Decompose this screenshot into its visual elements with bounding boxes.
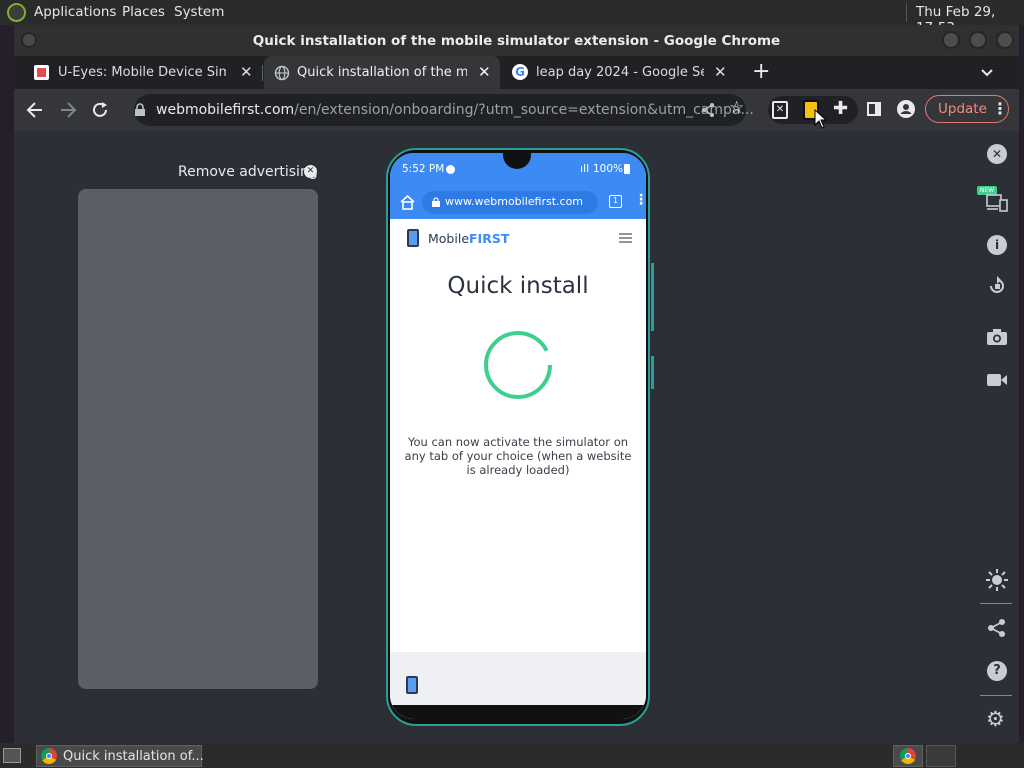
phone-time: 5:52 PM [402, 163, 445, 175]
workspace-switcher[interactable] [893, 745, 923, 767]
advertisement-placeholder [78, 189, 318, 689]
brightness-icon[interactable] [986, 569, 1008, 591]
quick-install-heading: Quick install [447, 273, 589, 299]
phone-tab-count[interactable]: 1 [609, 195, 622, 208]
phone-address-bar[interactable]: www.webmobilefirst.com [422, 191, 598, 214]
battery-text: 100% [593, 163, 624, 175]
install-message: You can now activate the simulator on an… [404, 435, 632, 477]
phone-side-button [651, 356, 654, 389]
url-host: webmobilefirst.com [156, 102, 295, 118]
tab-search-chevron-icon[interactable] [980, 66, 994, 80]
reload-icon[interactable] [91, 101, 109, 119]
battery-icon [624, 164, 630, 174]
mobilefirst-logo-icon[interactable] [407, 229, 419, 247]
lock-icon[interactable] [134, 103, 146, 117]
phone-screen: 5:52 PM ıll 100% www.webmobilefirst.com … [390, 153, 646, 719]
chrome-icon [41, 748, 57, 764]
phone-lock-icon [432, 197, 440, 207]
phone-bottom-bezel [390, 705, 646, 719]
tab-close-icon[interactable]: ✕ [478, 63, 491, 81]
close-simulator-icon[interactable]: ✕ [987, 144, 1007, 164]
update-button[interactable]: Update ⋮ [925, 95, 1009, 123]
menu-applications[interactable]: Applications [34, 4, 116, 20]
tab-u-eyes[interactable]: U-Eyes: Mobile Device Simula ✕ [22, 56, 262, 89]
remove-ad-close-icon[interactable]: ✕ [304, 165, 317, 178]
tab-close-icon[interactable]: ✕ [714, 63, 727, 81]
taskbar-item-label: Quick installation of... [63, 749, 204, 764]
new-tab-icon[interactable]: + [752, 59, 770, 84]
tab-google-search[interactable]: G leap day 2024 - Google Searc ✕ [504, 56, 744, 89]
panel-divider [906, 3, 907, 22]
desktop-background [0, 25, 14, 743]
panel-divider [980, 603, 1012, 604]
camera-icon[interactable] [986, 328, 1008, 346]
window-title: Quick installation of the mobile simulat… [252, 33, 781, 49]
share-simulator-icon[interactable] [987, 618, 1007, 638]
help-icon[interactable]: ? [987, 661, 1007, 681]
remove-advertising-link[interactable]: Remove advertising [178, 164, 318, 180]
phone-home-icon[interactable] [400, 195, 415, 210]
panel-divider [980, 695, 1012, 696]
taskbar: Quick installation of... [0, 743, 1024, 768]
footer-logo-icon[interactable] [406, 676, 418, 694]
tab-quick-install[interactable]: Quick installation of the mobi ✕ [264, 56, 500, 89]
phone-side-button [651, 263, 654, 331]
back-icon[interactable] [26, 101, 44, 119]
brand-first[interactable]: FIRST [469, 231, 509, 246]
loading-spinner-icon [484, 331, 552, 399]
status-dot-icon [446, 165, 455, 174]
taskbar-item-chrome[interactable]: Quick installation of... [36, 745, 204, 767]
system-top-panel: Applications Places System Thu Feb 29, 1… [0, 0, 1024, 36]
show-desktop-icon[interactable] [3, 748, 21, 763]
brand-mobile[interactable]: Mobile [428, 231, 469, 246]
hamburger-menu-icon[interactable] [619, 233, 632, 243]
url-text[interactable]: webmobilefirst.com/en/extension/onboardi… [156, 102, 754, 118]
menu-system[interactable]: System [174, 4, 224, 20]
tab-separator [262, 65, 263, 81]
phone-menu-icon[interactable]: ⋮ [634, 192, 646, 208]
phone-url-text: www.webmobilefirst.com [445, 195, 584, 208]
globe-icon [274, 65, 290, 81]
phone-browser-bar: www.webmobilefirst.com 1 ⋮ [390, 186, 646, 219]
chrome-icon [900, 748, 916, 764]
video-camera-icon[interactable] [986, 373, 1008, 387]
menu-places[interactable]: Places [122, 4, 165, 20]
rotate-icon[interactable] [987, 276, 1007, 296]
tab-close-icon[interactable]: ✕ [240, 63, 253, 81]
extension-x-icon[interactable]: ✕ [772, 101, 788, 119]
tab-strip: U-Eyes: Mobile Device Simula ✕ Quick ins… [14, 56, 1019, 89]
distro-logo-icon[interactable] [7, 3, 26, 22]
extensions-puzzle-icon[interactable]: ✚ [833, 98, 848, 119]
google-favicon-icon: G [512, 64, 528, 80]
tab-label: leap day 2024 - Google Searc [536, 65, 704, 80]
tab-favicon-icon [34, 65, 49, 80]
phone-status-bar: 5:52 PM ıll 100% [390, 153, 646, 186]
signal-icon: ıll [580, 162, 590, 175]
devices-icon[interactable] [986, 194, 1008, 212]
window-titlebar[interactable]: Quick installation of the mobile simulat… [14, 25, 1019, 56]
kebab-menu-icon[interactable]: ⋮ [992, 99, 1008, 118]
page-content: Remove advertising ✕ 5:52 PM ıll 100% ww… [14, 131, 1019, 743]
address-bar[interactable]: webmobilefirst.com/en/extension/onboardi… [134, 94, 754, 126]
tab-label: U-Eyes: Mobile Device Simula [58, 65, 226, 80]
phone-notch [503, 153, 531, 169]
profile-icon[interactable] [897, 100, 915, 118]
desktop-background-right [1019, 25, 1024, 743]
side-panel-icon[interactable] [867, 102, 881, 116]
forward-icon[interactable] [59, 101, 77, 119]
mouse-cursor-icon [814, 109, 828, 129]
update-label: Update [938, 101, 987, 117]
tab-label: Quick installation of the mobi [297, 65, 467, 80]
settings-gear-icon[interactable]: ⚙ [986, 707, 1005, 731]
close-window-icon[interactable] [996, 31, 1014, 49]
share-icon[interactable] [700, 102, 716, 118]
info-icon[interactable]: i [987, 235, 1007, 255]
browser-toolbar: webmobilefirst.com/en/extension/onboardi… [14, 89, 1019, 131]
minimize-icon[interactable] [942, 31, 960, 49]
bookmark-star-icon[interactable]: ☆ [729, 98, 744, 118]
workspace-2[interactable] [926, 745, 956, 767]
maximize-icon[interactable] [969, 31, 987, 49]
url-path: /en/extension/onboarding/?utm_source=ext… [294, 102, 754, 118]
